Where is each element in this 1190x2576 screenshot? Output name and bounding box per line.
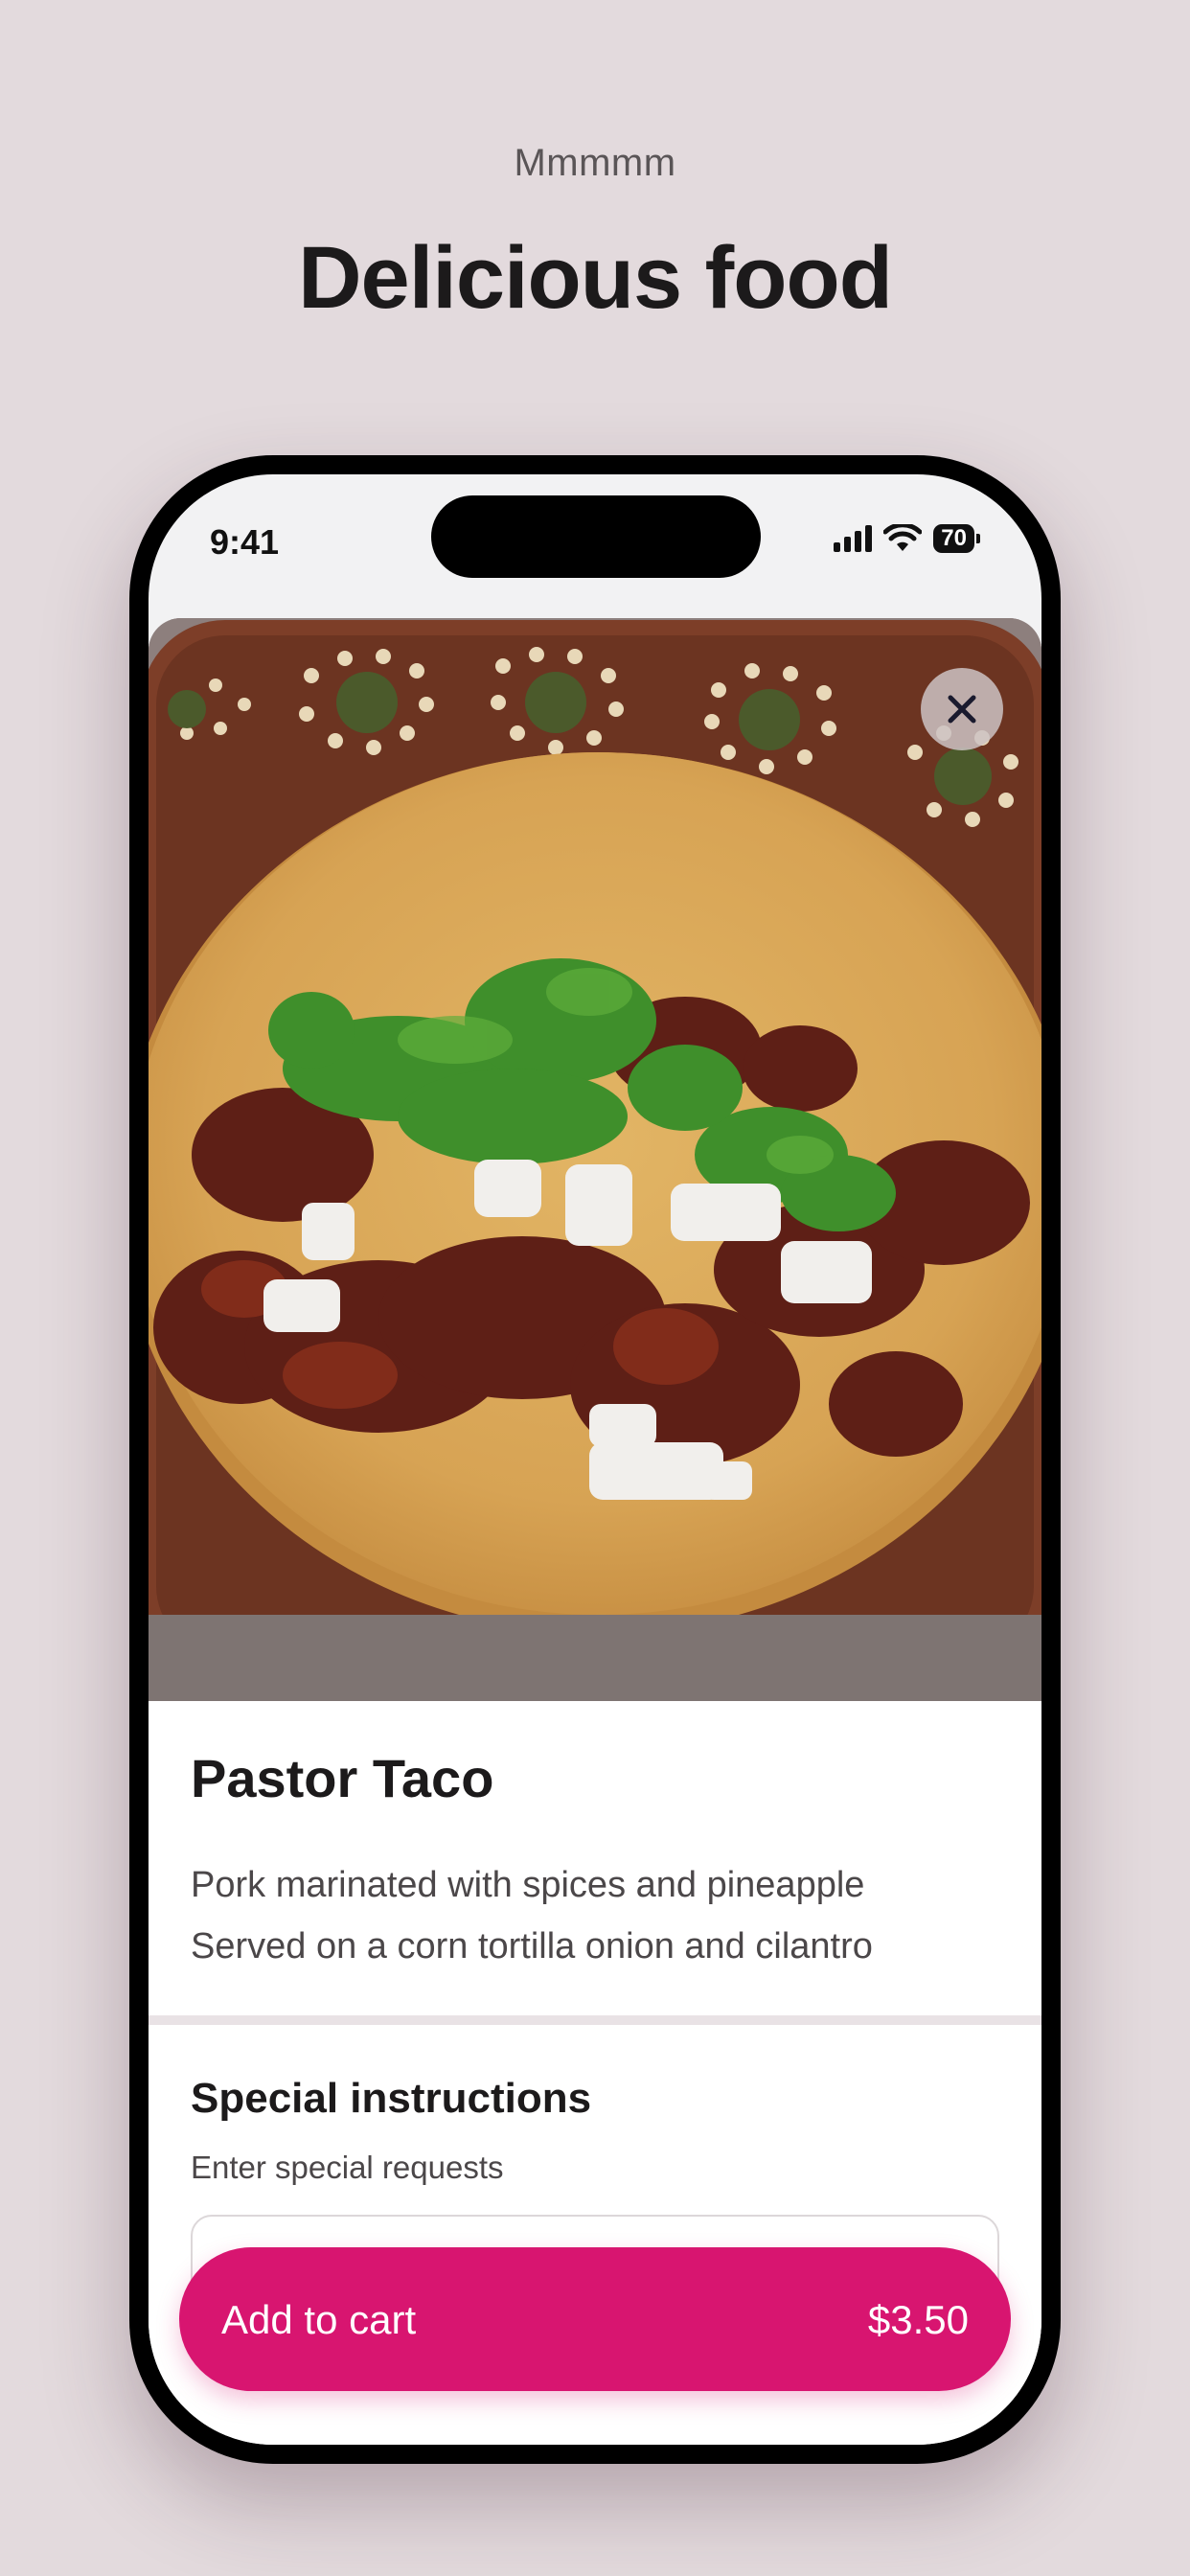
signal-icon [834,525,873,552]
dynamic-island [431,495,761,578]
item-description: Pork marinated with spices and pineapple… [191,1854,1015,1977]
page-headline: Delicious food [298,229,893,327]
cart-price: $3.50 [867,2297,969,2342]
special-instructions-hint: Enter special requests [191,2150,504,2185]
item-title: Pastor Taco [191,1748,494,1808]
close-icon [948,695,976,724]
status-icons: 70 [834,524,980,553]
status-time: 9:41 [210,522,280,562]
phone-screen: 9:41 70 Pastor Taco Pork marinated with … [149,474,1041,2445]
item-photo [149,618,1041,1701]
description-line: Served on a corn tortilla onion and cila… [191,1926,873,1966]
phone-frame: 9:41 70 Pastor Taco Pork marinated with … [129,455,1061,2464]
add-to-cart-button[interactable]: Add to cart $3.50 [179,2247,1011,2391]
special-instructions-title: Special instructions [191,2075,592,2122]
description-line: Pork marinated with spices and pineapple [191,1865,865,1905]
battery-level: 70 [933,524,974,553]
close-button[interactable] [921,668,1003,750]
add-to-cart-label: Add to cart [221,2297,417,2342]
wifi-icon [883,524,923,551]
battery-icon: 70 [933,524,980,553]
eyebrow-text: Mmmmm [514,142,676,184]
section-divider [149,2015,1041,2025]
item-sheet: Pastor Taco Pork marinated with spices a… [149,618,1041,2445]
